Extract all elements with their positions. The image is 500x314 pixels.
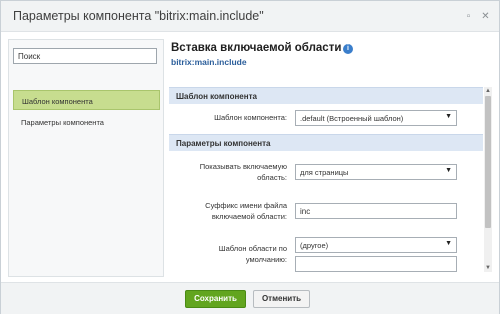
- params-scrollbar[interactable]: ▲ ▼: [484, 87, 492, 272]
- dialog-titlebar[interactable]: Параметры компонента "bitrix:main.includ…: [1, 1, 499, 32]
- maximize-icon[interactable]: ▫: [462, 10, 475, 23]
- scroll-down-icon[interactable]: ▼: [484, 264, 492, 272]
- show-area-label-line2: область:: [257, 173, 287, 182]
- dialog-title: Параметры компонента "bitrix:main.includ…: [13, 9, 264, 23]
- show-area-select[interactable]: для страницы ▼: [295, 164, 457, 180]
- scroll-up-icon[interactable]: ▲: [484, 87, 492, 95]
- sidebar-item-template[interactable]: Шаблон компонента: [13, 90, 160, 110]
- info-icon[interactable]: i: [343, 44, 353, 54]
- cancel-button[interactable]: Отменить: [253, 290, 310, 308]
- component-id: bitrix:main.include: [171, 57, 247, 67]
- scrollbar-thumb[interactable]: [485, 96, 491, 228]
- suffix-label-line1: Суффикс имени файла: [205, 201, 287, 210]
- sidebar-item-label: Параметры компонента: [21, 118, 104, 127]
- main-content: Вставка включаемой области i bitrix:main…: [169, 39, 493, 277]
- default-template-label: Шаблон области по умолчанию:: [169, 243, 287, 265]
- dropdown-arrow-icon: ▼: [445, 167, 452, 174]
- template-label: Шаблон компонента:: [214, 113, 287, 122]
- page-title: Вставка включаемой области: [171, 42, 342, 54]
- search-input[interactable]: [13, 48, 157, 64]
- save-button[interactable]: Сохранить: [185, 290, 246, 308]
- component-params-dialog: Параметры компонента "bitrix:main.includ…: [0, 0, 500, 314]
- params-scroll-area: Шаблон компонента Шаблон компонента: .de…: [169, 87, 485, 272]
- sidebar-item-params[interactable]: Параметры компонента: [13, 112, 160, 132]
- show-area-label-line1: Показывать включаемую: [199, 162, 287, 171]
- dialog-footer: Сохранить Отменить: [1, 282, 499, 314]
- sidebar: Шаблон компонента Параметры компонента: [8, 39, 164, 277]
- default-template-select[interactable]: (другое) ▼: [295, 237, 457, 253]
- template-select[interactable]: .default (Встроенный шаблон) ▼: [295, 110, 457, 126]
- suffix-label-line2: включаемой области:: [211, 212, 287, 221]
- template-select-value: .default (Встроенный шаблон): [300, 114, 404, 123]
- close-icon[interactable]: ✕: [479, 10, 492, 23]
- suffix-label: Суффикс имени файла включаемой области:: [169, 200, 287, 222]
- default-template-label-line1: Шаблон области по: [218, 244, 287, 253]
- dropdown-arrow-icon: ▼: [445, 113, 452, 120]
- show-area-select-value: для страницы: [300, 168, 349, 177]
- sidebar-item-label: Шаблон компонента: [22, 97, 93, 106]
- section-header-params: Параметры компонента: [169, 134, 483, 151]
- dropdown-arrow-icon: ▼: [445, 240, 452, 247]
- default-template-input[interactable]: [295, 256, 457, 272]
- suffix-input[interactable]: [295, 203, 457, 219]
- default-template-select-value: (другое): [300, 241, 329, 250]
- show-area-label: Показывать включаемую область:: [169, 161, 287, 183]
- section-header-template: Шаблон компонента: [169, 87, 483, 104]
- default-template-label-line2: умолчанию:: [245, 255, 287, 264]
